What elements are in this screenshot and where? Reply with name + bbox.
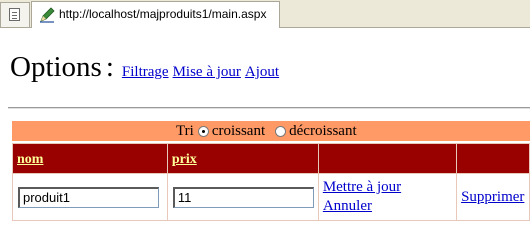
divider: [8, 107, 530, 109]
browser-tab-strip: http://localhost/majproduits1/main.aspx: [0, 0, 530, 28]
cell-nom: [12, 173, 168, 221]
update-link[interactable]: Mettre à jour: [323, 179, 401, 195]
page-icon: [9, 8, 20, 21]
sort-option-decroissant[interactable]: décroissant: [289, 123, 356, 140]
delete-link[interactable]: Supprimer: [461, 189, 524, 205]
sort-radio-croissant[interactable]: [197, 126, 209, 137]
cancel-link[interactable]: Annuler: [323, 198, 372, 214]
sort-link-nom[interactable]: nom: [17, 152, 43, 167]
sort-link-prix[interactable]: prix: [172, 152, 197, 167]
cell-prix: [166, 173, 319, 221]
sort-radio-decroissant[interactable]: [275, 126, 287, 137]
column-header-nom: nom: [12, 143, 168, 174]
nav-link-ajout[interactable]: Ajout: [245, 64, 279, 80]
prix-input[interactable]: [172, 186, 314, 208]
column-header-actions: [317, 143, 458, 174]
sort-bar: Tri croissant décroissant: [12, 121, 530, 141]
nav-link-mise-a-jour[interactable]: Mise à jour: [173, 64, 241, 80]
column-header-delete: [456, 143, 530, 174]
table-header-row: nom prix: [12, 143, 530, 174]
nom-input[interactable]: [18, 186, 159, 208]
nav-link-filtrage[interactable]: Filtrage: [122, 64, 169, 80]
pencil-edit-icon: [40, 7, 55, 23]
browser-tab-inactive[interactable]: [0, 2, 30, 27]
tab-url: http://localhost/majproduits1/main.aspx: [59, 7, 267, 21]
browser-tab-active[interactable]: http://localhost/majproduits1/main.aspx: [31, 1, 280, 28]
cell-actions: Mettre à jour Annuler: [317, 173, 458, 221]
sort-label: Tri: [176, 123, 194, 139]
column-header-prix: prix: [166, 143, 319, 174]
cell-delete: Supprimer: [456, 173, 530, 221]
title-separator: :: [105, 51, 114, 83]
title-row: Options : Filtrage Mise à jour Ajout: [10, 51, 279, 84]
page-title: Options: [10, 51, 102, 83]
sort-option-croissant[interactable]: croissant: [212, 123, 265, 140]
products-table: nom prix Mettre à jour Annuler Supprimer: [12, 143, 530, 221]
table-row: Mettre à jour Annuler Supprimer: [12, 173, 530, 221]
